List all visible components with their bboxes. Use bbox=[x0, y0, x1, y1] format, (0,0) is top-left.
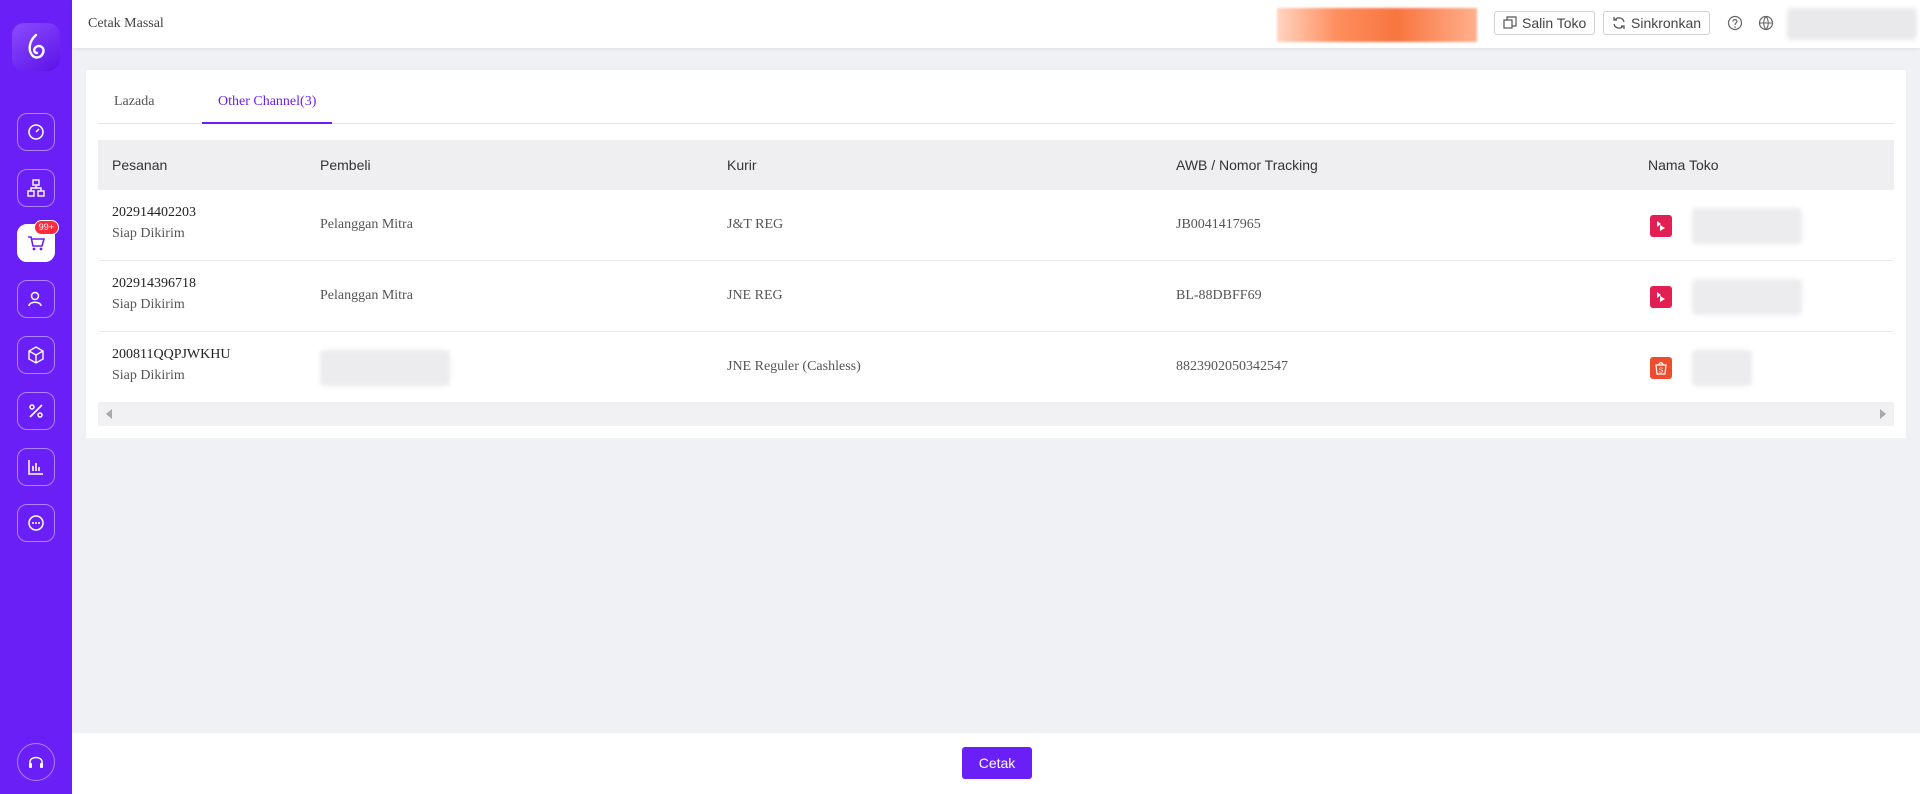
table-row[interactable]: 202914402203 Siap Dikirim Pelanggan Mitr… bbox=[98, 190, 1894, 261]
nav-chat[interactable] bbox=[17, 504, 55, 542]
app-logo[interactable] bbox=[12, 23, 60, 71]
dashboard-icon bbox=[28, 124, 44, 140]
col-awb: AWB / Nomor Tracking bbox=[1176, 157, 1318, 173]
courier-name: JNE REG bbox=[727, 288, 783, 303]
bulk-print-panel: Lazada Other Channel(3) Pesanan Pembeli … bbox=[86, 70, 1906, 438]
buyer-name: Pelanggan Mitra bbox=[320, 288, 413, 303]
shopee-icon: S bbox=[1650, 357, 1672, 379]
tab-other-channel[interactable]: Other Channel(3) bbox=[202, 94, 333, 124]
help-icon[interactable] bbox=[1727, 15, 1743, 31]
nav-structure[interactable] bbox=[17, 169, 55, 207]
channel-tabs: Lazada Other Channel(3) bbox=[98, 70, 1894, 124]
redacted-shop-name bbox=[1692, 208, 1802, 244]
col-buyer: Pembeli bbox=[320, 157, 371, 173]
courier-name: JNE Reguler (Cashless) bbox=[727, 359, 861, 374]
order-status: Siap Dikirim bbox=[112, 297, 185, 312]
chart-icon bbox=[28, 460, 43, 475]
bukalapak-icon bbox=[1650, 286, 1672, 308]
users-icon bbox=[28, 291, 42, 307]
percent-icon bbox=[29, 404, 43, 418]
nav-promotions[interactable] bbox=[17, 392, 55, 430]
col-shop-name: Nama Toko bbox=[1648, 157, 1719, 173]
footer-bar: Cetak bbox=[72, 733, 1920, 794]
headset-icon bbox=[29, 756, 43, 768]
redacted-user-account[interactable] bbox=[1787, 8, 1917, 40]
table-row[interactable]: 202914396718 Siap Dikirim Pelanggan Mitr… bbox=[98, 261, 1894, 332]
tab-lazada[interactable]: Lazada bbox=[98, 94, 170, 124]
buyer-name: Pelanggan Mitra bbox=[320, 217, 413, 232]
nav-dashboard[interactable] bbox=[17, 113, 55, 151]
svg-text:S: S bbox=[1659, 368, 1664, 375]
chat-icon bbox=[28, 515, 44, 531]
sync-button[interactable]: Sinkronkan bbox=[1603, 11, 1711, 35]
order-status: Siap Dikirim bbox=[112, 368, 185, 383]
support-button[interactable] bbox=[17, 743, 55, 781]
redacted-store-name bbox=[1277, 8, 1477, 42]
awb-number: BL-88DBFF69 bbox=[1176, 288, 1262, 303]
scroll-left-arrow[interactable] bbox=[106, 409, 112, 419]
copy-shop-label: Salin Toko bbox=[1522, 15, 1587, 31]
sync-icon bbox=[1613, 17, 1625, 29]
nav-reports[interactable] bbox=[17, 448, 55, 486]
table-header: Pesanan Pembeli Kurir AWB / Nomor Tracki… bbox=[98, 140, 1894, 190]
page-title: Cetak Massal bbox=[88, 16, 164, 31]
horizontal-scrollbar[interactable] bbox=[98, 402, 1894, 426]
col-courier: Kurir bbox=[727, 157, 757, 173]
redacted-shop-name bbox=[1692, 350, 1752, 386]
awb-number: 8823902050342547 bbox=[1176, 359, 1288, 374]
table-row[interactable]: 200811QQPJWKHU Siap Dikirim JNE Reguler … bbox=[98, 332, 1894, 403]
copy-shop-button[interactable]: Salin Toko bbox=[1494, 11, 1596, 35]
sync-label: Sinkronkan bbox=[1631, 15, 1702, 31]
bukalapak-icon bbox=[1650, 215, 1672, 237]
sitemap-icon bbox=[27, 179, 45, 197]
scroll-right-arrow[interactable] bbox=[1880, 409, 1886, 419]
orders-table: Pesanan Pembeli Kurir AWB / Nomor Tracki… bbox=[98, 140, 1894, 403]
nav-orders[interactable]: 99+ bbox=[17, 220, 59, 262]
nav-products[interactable] bbox=[17, 336, 55, 374]
redacted-shop-name bbox=[1692, 279, 1802, 315]
language-icon[interactable] bbox=[1758, 15, 1774, 31]
col-order: Pesanan bbox=[112, 157, 168, 173]
top-bar: Cetak Massal Salin Toko Sinkronkan bbox=[72, 0, 1920, 48]
order-status: Siap Dikirim bbox=[112, 226, 185, 241]
order-number: 202914396718 bbox=[112, 276, 196, 291]
nav-customers[interactable] bbox=[17, 280, 55, 318]
order-badge: 99+ bbox=[33, 220, 59, 235]
box-icon bbox=[28, 346, 44, 364]
order-number: 202914402203 bbox=[112, 205, 196, 220]
order-number: 200811QQPJWKHU bbox=[112, 347, 231, 362]
redacted-buyer-name bbox=[320, 350, 450, 386]
sidebar: 99+ bbox=[0, 0, 72, 794]
logo-icon bbox=[28, 33, 45, 59]
cart-icon bbox=[28, 236, 46, 251]
print-button[interactable]: Cetak bbox=[962, 747, 1032, 779]
copy-icon bbox=[1503, 16, 1517, 29]
awb-number: JB0041417965 bbox=[1176, 217, 1261, 232]
courier-name: J&T REG bbox=[727, 217, 784, 232]
